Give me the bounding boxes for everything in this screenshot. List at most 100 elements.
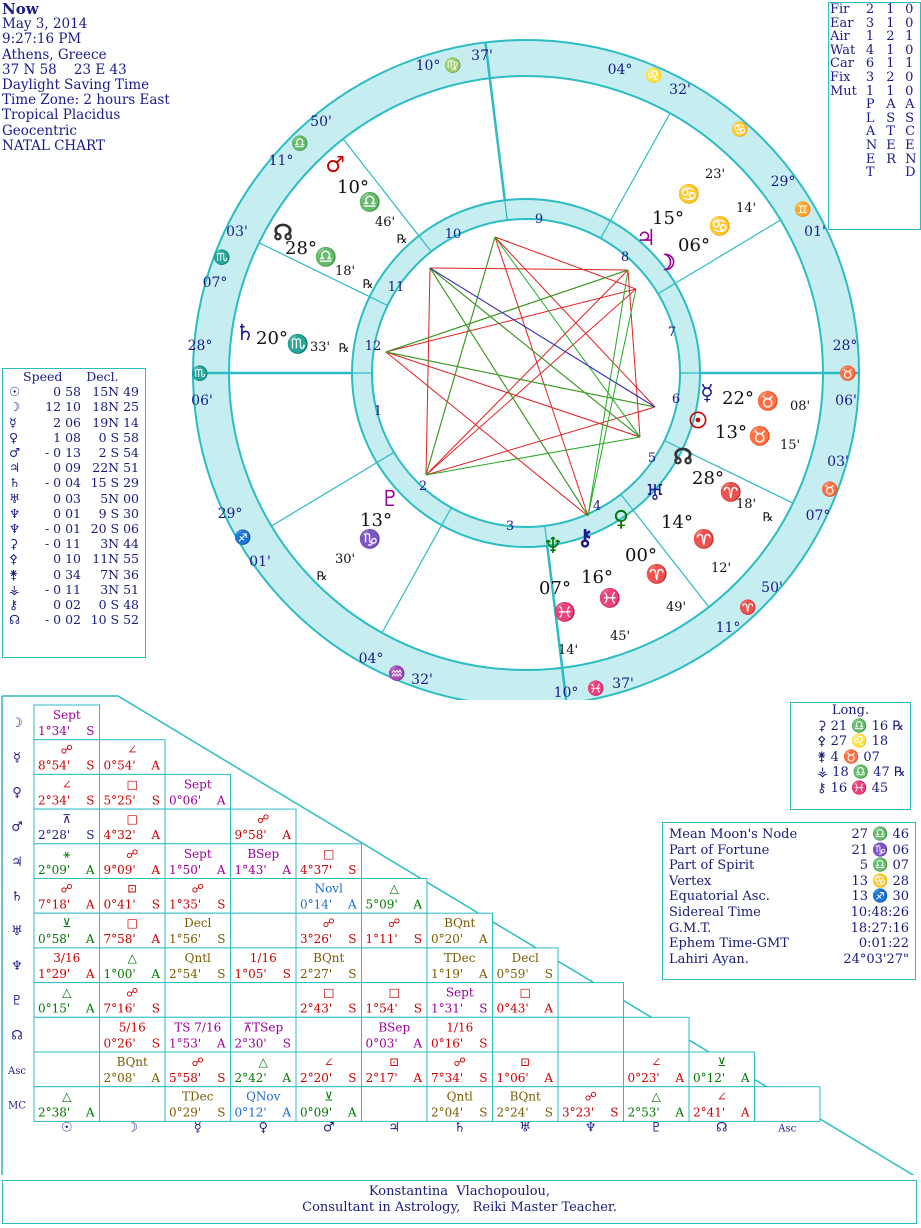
- misc-rows: Mean Moon's Node 27 ♎ 46 Part of Fortune 21…: [663, 823, 915, 967]
- grid-cell: [164, 808, 231, 845]
- point-value: 5 ♎ 07: [859, 858, 909, 874]
- aspect-orb: 5°09': [366, 898, 398, 912]
- grid-col-glyph: Asc: [777, 1123, 796, 1134]
- retrograde-mark: ℞: [763, 510, 774, 524]
- aspect-glyph: 1/16: [250, 951, 277, 965]
- aspect-type: A: [281, 828, 291, 842]
- planet-sign: ♋: [709, 215, 731, 237]
- aspect-orb: 7°18': [38, 898, 70, 912]
- aspect-glyph: Qntl: [185, 951, 211, 965]
- point-value: 0:01:22: [858, 936, 909, 952]
- aspect-orb: 9°58': [235, 828, 267, 842]
- aspect-orb: 1°11': [366, 932, 398, 946]
- cusp-label: 32': [669, 82, 691, 98]
- cusp-label: 07°: [806, 508, 831, 524]
- speed-row: ⚴ 0 10 11N 55: [3, 551, 145, 566]
- speed-row: ☉ 0 58 15N 49: [3, 384, 145, 399]
- aspect-glyph: ☍: [585, 1090, 597, 1104]
- chart-point-row: Sidereal Time 10:48:26: [663, 905, 915, 921]
- grid-col-glyph: ☉: [61, 1120, 73, 1135]
- aspect-type: A: [347, 898, 357, 912]
- aspect-orb: 0°58': [38, 932, 70, 946]
- aspect-glyph: Qntl: [447, 1090, 473, 1104]
- speed-row: ☽ 12 10 18N 25: [3, 399, 145, 414]
- speed-value: 0 02: [53, 597, 81, 613]
- speed-value: 12 10: [45, 399, 81, 415]
- grid-cell: [557, 1016, 624, 1053]
- aspect-glyph: Sept: [446, 986, 474, 1000]
- decl-value: 5N 00: [100, 490, 139, 506]
- planet-icon: ⚶: [9, 581, 20, 597]
- aspect-type: S: [152, 1002, 160, 1016]
- aspect-type: S: [545, 967, 553, 981]
- aspect-glyph: Sept: [184, 777, 212, 791]
- aspect-type: S: [217, 1071, 225, 1085]
- planet-minutes: 14': [558, 643, 578, 658]
- cusp-label: 10°: [416, 58, 441, 74]
- aspect-orb: 2°53': [628, 1106, 660, 1120]
- point-label: Equatorial Asc.: [669, 889, 770, 905]
- aspect-glyph: ∠: [651, 1055, 661, 1069]
- speed-row: ♀ 1 08 0 S 58: [3, 430, 145, 445]
- author-role: Consultant in Astrology, Reiki Master Te…: [302, 1200, 617, 1215]
- house-number: 10: [445, 227, 462, 242]
- aspect-glyph: Sept: [53, 708, 81, 722]
- planet-icon: ♄: [9, 475, 21, 491]
- footer-credit: Konstantina Vlachopoulou, Consultant in …: [2, 1180, 917, 1224]
- speed-value: - 0 02: [44, 612, 81, 628]
- cusp-label: ♌: [645, 67, 662, 84]
- chart-point-row: Equatorial Asc. 13 ♐ 30: [663, 889, 915, 905]
- planet-glyph: ⚷: [577, 525, 593, 551]
- grid-cell: [99, 1086, 166, 1122]
- planet-minutes: 14': [736, 201, 756, 216]
- cusp-label: ♊: [794, 201, 811, 218]
- aspect-type: S: [152, 793, 160, 807]
- planet-glyph: ♇: [380, 486, 400, 512]
- speed-row: ⚶ - 0 11 3N 51: [3, 582, 145, 597]
- cusp-label: ♍: [444, 57, 461, 74]
- speed-value: - 0 01: [44, 521, 81, 537]
- planet-degree: 14°: [661, 512, 693, 533]
- planet-sign: ♈: [693, 528, 715, 550]
- grid-cell: [295, 1016, 362, 1053]
- aspect-glyph: BSep: [247, 847, 279, 861]
- speed-row: ♂ - 0 13 2 S 54: [3, 445, 145, 460]
- aspect-type: S: [283, 1036, 291, 1050]
- point-label: Ephem Time-GMT: [669, 936, 789, 952]
- planet-minutes: 23': [705, 167, 725, 182]
- speed-row: ♄ - 0 04 15 S 29: [3, 475, 145, 490]
- aspect-glyph: □: [127, 777, 138, 791]
- aspect-glyph: ☍: [192, 882, 204, 896]
- decl-value: 2 S 54: [98, 445, 139, 461]
- aspect-glyph: △: [390, 882, 400, 896]
- planet-sign: ♉: [749, 425, 771, 447]
- aspect-type: A: [216, 863, 226, 877]
- aspect-glyph: □: [520, 986, 531, 1000]
- retrograde-mark: ℞: [339, 341, 350, 355]
- aspect-type: A: [740, 1071, 750, 1085]
- aspect-orb: 2°28': [38, 828, 70, 842]
- planet-minutes: 08': [790, 399, 810, 414]
- grid-row-glyph: ♅: [11, 924, 23, 939]
- speed-value: 0 03: [53, 490, 81, 506]
- chart-point-row: Lahiri Ayan. 24°03'27": [663, 952, 915, 968]
- aspect-type: A: [216, 793, 226, 807]
- aspect-orb: 0°14': [300, 898, 332, 912]
- cusp-label: ♏: [191, 365, 208, 382]
- cusp-label: ♉: [839, 365, 856, 382]
- aspect-glyph: ☍: [126, 986, 138, 1000]
- planet-icon: ♆: [9, 521, 21, 537]
- aspect-glyph: 3/16: [53, 951, 80, 965]
- aspect-glyph: ⊡: [520, 1055, 530, 1069]
- speed-row: ☿ 2 06 19N 14: [3, 415, 145, 430]
- grid-col-glyph: ♆: [585, 1120, 597, 1135]
- planet-glyph: ☿: [700, 380, 714, 406]
- aspect-glyph: ⊼TSep: [243, 1020, 283, 1034]
- aspect-glyph: BQnt: [117, 1055, 148, 1069]
- aspect-type: A: [543, 1002, 553, 1016]
- speed-value: 2 06: [53, 414, 81, 430]
- planet-icon: ☽: [9, 399, 21, 415]
- chart-point-row: Ephem Time-GMT 0:01:22: [663, 936, 915, 952]
- cusp-label: 04°: [359, 651, 384, 667]
- aspect-glyph: ⊻: [62, 916, 71, 930]
